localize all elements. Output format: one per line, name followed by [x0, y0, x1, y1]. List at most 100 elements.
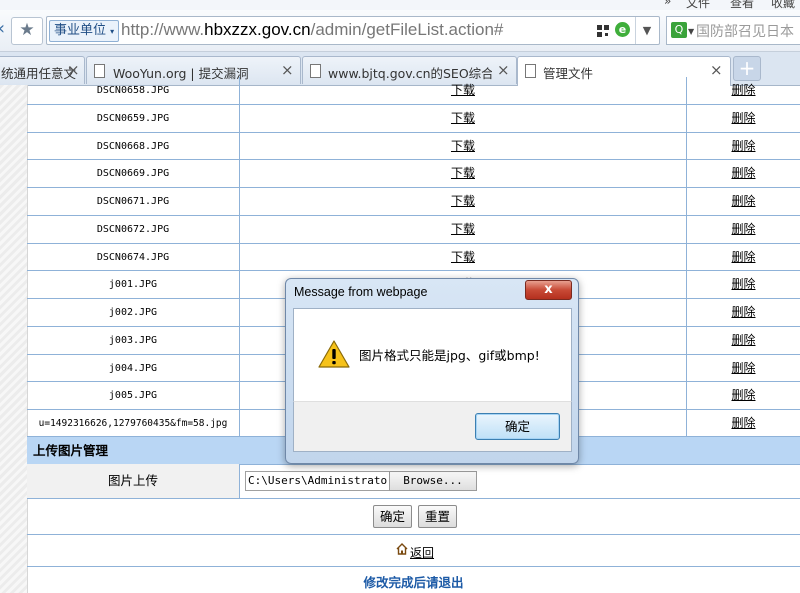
- delete-cell: 删除: [687, 244, 800, 271]
- download-link[interactable]: 下载: [451, 250, 475, 264]
- home-icon[interactable]: [396, 543, 408, 555]
- download-cell: 下载: [240, 77, 687, 104]
- menu-item-file[interactable]: 文件: [686, 0, 710, 10]
- file-name-cell: j003.JPG: [27, 326, 240, 354]
- reset-button[interactable]: 重置: [418, 505, 457, 528]
- download-cell: 下载: [240, 132, 687, 160]
- search-placeholder: 国防部召见日本: [696, 24, 794, 40]
- message-dialog: Message from webpage x 图片格式只能是jpg、gif或bm…: [285, 278, 579, 464]
- dialog-footer: 确定: [293, 401, 572, 452]
- back-link[interactable]: 返回: [410, 544, 434, 561]
- download-cell: 下载: [240, 104, 687, 132]
- table-row: DSCN0668.JPG 下载 删除: [27, 132, 800, 161]
- file-name-cell: u=1492316626,1279760435&fm=58.jpg: [27, 410, 240, 437]
- file-name-cell: DSCN0659.JPG: [27, 104, 240, 132]
- url-path: /admin/getFileList.action#: [310, 20, 504, 39]
- zone-badge[interactable]: 事业单位 ▾: [49, 20, 120, 42]
- ok-button[interactable]: 确定: [475, 413, 560, 440]
- file-name-cell: DSCN0674.JPG: [27, 243, 240, 271]
- file-name-cell: DSCN0669.JPG: [27, 160, 240, 187]
- delete-link[interactable]: 删除: [731, 333, 755, 347]
- search-input[interactable]: Q ▼ 国防部召见日本: [666, 16, 800, 45]
- delete-link[interactable]: 删除: [731, 166, 755, 180]
- delete-link[interactable]: 删除: [731, 277, 755, 291]
- delete-link[interactable]: 删除: [731, 416, 755, 430]
- table-row: DSCN0659.JPG 下载 删除: [27, 104, 800, 133]
- table-row: DSCN0674.JPG 下载 删除: [27, 243, 800, 272]
- delete-link[interactable]: 删除: [731, 388, 755, 402]
- download-link[interactable]: 下载: [451, 111, 475, 125]
- delete-link[interactable]: 删除: [731, 222, 755, 236]
- file-name-cell: j001.JPG: [27, 271, 240, 298]
- delete-link[interactable]: 删除: [731, 111, 755, 125]
- back-icon[interactable]: «: [0, 18, 6, 42]
- delete-cell: 删除: [687, 355, 800, 382]
- url-prefix: http://www.: [121, 20, 205, 39]
- delete-cell: 删除: [687, 327, 800, 354]
- confirm-button[interactable]: 确定: [373, 505, 412, 528]
- toolbar: « ★ 事业单位 ▾ http://www.hbxzzx.gov.cn/admi…: [0, 10, 800, 52]
- file-name-cell: j002.JPG: [27, 299, 240, 326]
- close-icon[interactable]: x: [525, 280, 572, 300]
- warning-icon: [318, 340, 350, 368]
- url-dropdown-icon[interactable]: ▼: [635, 17, 658, 44]
- file-name-cell: DSCN0668.JPG: [27, 132, 240, 160]
- page-icon: [525, 64, 536, 78]
- form-buttons-row: 确定 重置: [27, 499, 800, 535]
- download-link[interactable]: 下载: [451, 222, 475, 236]
- menu-item-favorites[interactable]: 收藏: [771, 0, 795, 10]
- delete-link[interactable]: 删除: [731, 250, 755, 264]
- exit-note: 修改完成后请退出: [363, 575, 464, 590]
- delete-cell: 删除: [687, 299, 800, 326]
- table-row: DSCN0669.JPG 下载 删除: [27, 160, 800, 188]
- download-cell: 下载: [240, 243, 687, 271]
- table-row: DSCN0658.JPG 下载 删除: [27, 77, 800, 105]
- download-cell: 下载: [240, 215, 687, 243]
- table-row: DSCN0672.JPG 下载 删除: [27, 215, 800, 244]
- download-cell: 下载: [240, 188, 687, 215]
- upload-section-title: 上传图片管理: [33, 443, 109, 458]
- download-link[interactable]: 下载: [451, 83, 475, 97]
- download-link[interactable]: 下载: [451, 139, 475, 153]
- qr-code-icon[interactable]: [596, 24, 610, 38]
- file-path-field[interactable]: C:\Users\Administrator: [245, 471, 391, 491]
- download-link[interactable]: 下载: [451, 166, 475, 180]
- menu-item-view[interactable]: 查看: [730, 0, 754, 10]
- delete-link[interactable]: 删除: [731, 361, 755, 375]
- dialog-message: 图片格式只能是jpg、gif或bmp!: [359, 348, 540, 363]
- delete-cell: 删除: [687, 216, 800, 243]
- file-name-cell: j004.JPG: [27, 354, 240, 382]
- upload-label: 图片上传: [27, 464, 240, 498]
- page-icon: [310, 64, 321, 78]
- delete-cell: 删除: [687, 77, 800, 104]
- url-domain: hbxzzx.gov.cn: [204, 20, 311, 39]
- delete-cell: 删除: [687, 410, 800, 437]
- browse-button[interactable]: Browse...: [389, 471, 477, 491]
- delete-link[interactable]: 删除: [731, 139, 755, 153]
- download-cell: 下载: [240, 160, 687, 187]
- delete-cell: 删除: [687, 160, 800, 187]
- page-icon: [94, 64, 105, 78]
- menu-arrow[interactable]: »: [664, 0, 671, 8]
- delete-link[interactable]: 删除: [731, 194, 755, 208]
- dialog-body: 图片格式只能是jpg、gif或bmp!: [293, 308, 572, 403]
- exit-note-row: 修改完成后请退出: [27, 567, 800, 593]
- menu-bar: » 文件 查看 收藏: [0, 0, 800, 10]
- delete-link[interactable]: 删除: [731, 305, 755, 319]
- search-engine-icon[interactable]: Q: [671, 22, 687, 38]
- delete-cell: 删除: [687, 382, 800, 409]
- back-row: 返回: [27, 535, 800, 567]
- delete-link[interactable]: 删除: [731, 83, 755, 97]
- download-link[interactable]: 下载: [451, 194, 475, 208]
- chevron-down-icon[interactable]: ▼: [688, 27, 694, 36]
- address-bar[interactable]: 事业单位 ▾ http://www.hbxzzx.gov.cn/admin/ge…: [46, 16, 660, 45]
- delete-cell: 删除: [687, 105, 800, 132]
- url-text[interactable]: http://www.hbxzzx.gov.cn/admin/getFileLi…: [121, 20, 503, 40]
- dialog-title: Message from webpage: [294, 285, 428, 299]
- ie-mode-icon[interactable]: e: [615, 22, 630, 37]
- file-name-cell: DSCN0671.JPG: [27, 188, 240, 215]
- favorite-star-button[interactable]: ★: [11, 17, 43, 45]
- file-name-cell: DSCN0672.JPG: [27, 215, 240, 243]
- delete-cell: 删除: [687, 133, 800, 160]
- delete-cell: 删除: [687, 188, 800, 215]
